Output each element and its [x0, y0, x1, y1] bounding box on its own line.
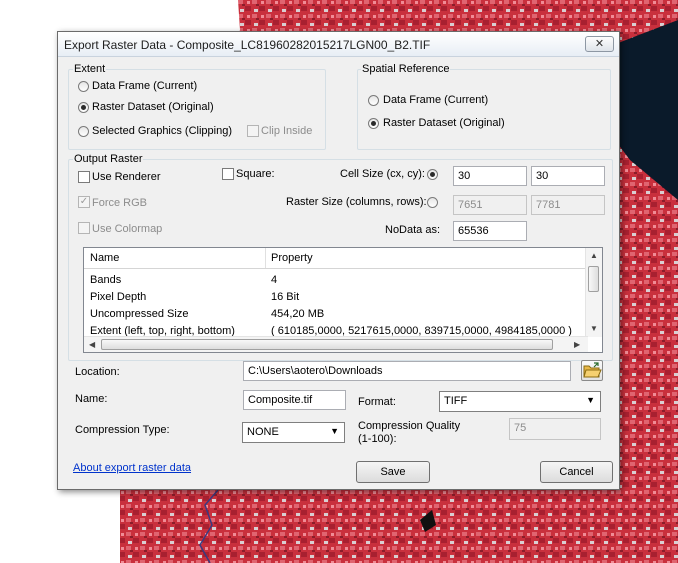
chevron-down-icon: ▼ [330, 426, 339, 436]
open-folder-icon [583, 362, 602, 378]
sr-data-frame-radio[interactable] [368, 95, 379, 106]
use-renderer-label: Use Renderer [92, 171, 161, 183]
clip-inside-label: Clip Inside [261, 125, 313, 137]
nodata-input[interactable]: 65536 [453, 221, 527, 241]
raster-rows-input[interactable]: 7781 [531, 195, 605, 215]
force-rgb-checkbox[interactable]: ✓ [78, 196, 90, 208]
sr-raster-dataset-radio[interactable] [368, 118, 379, 129]
cell-size-radio[interactable] [427, 169, 438, 180]
use-colormap-checkbox[interactable] [78, 222, 90, 234]
title-bar: Export Raster Data - Composite_LC8196028… [58, 32, 619, 57]
compression-type-select[interactable]: NONE ▼ [242, 422, 345, 443]
spatial-reference-label: Spatial Reference [361, 63, 451, 75]
compression-quality-input[interactable]: 75 [509, 418, 601, 440]
raster-columns-input[interactable]: 7651 [453, 195, 527, 215]
extent-data-frame-label: Data Frame (Current) [92, 80, 198, 92]
format-value: TIFF [444, 395, 468, 407]
raster-size-radio[interactable] [427, 197, 438, 208]
extent-data-frame-radio[interactable] [78, 81, 89, 92]
scroll-down-icon[interactable]: ▼ [590, 324, 598, 333]
sr-data-frame-label: Data Frame (Current) [383, 94, 489, 106]
force-rgb-label: Force RGB [92, 197, 148, 209]
about-export-raster-link[interactable]: About export raster data [73, 462, 191, 474]
browse-folder-button[interactable] [581, 360, 603, 381]
column-separator [265, 248, 266, 268]
name-input[interactable]: Composite.tif [243, 390, 346, 410]
use-colormap-label: Use Colormap [92, 223, 163, 235]
list-item-name: Uncompressed Size [90, 308, 189, 320]
vertical-scrollbar[interactable]: ▲ ▼ [585, 248, 602, 337]
chevron-down-icon: ▼ [586, 395, 595, 405]
extent-label: Extent [73, 63, 107, 75]
vertical-scroll-thumb[interactable] [588, 266, 599, 292]
square-checkbox[interactable] [222, 168, 234, 180]
scroll-left-icon[interactable]: ◀ [89, 340, 95, 349]
list-item-value: 16 Bit [271, 291, 300, 303]
cancel-button[interactable]: Cancel [540, 461, 613, 483]
extent-selected-graphics-radio[interactable] [78, 126, 89, 137]
list-item[interactable]: Bands 4 [84, 272, 588, 289]
compression-type-value: NONE [247, 426, 279, 438]
scroll-right-icon[interactable]: ▶ [574, 340, 580, 349]
close-icon: ✕ [594, 38, 605, 50]
clip-inside-checkbox[interactable] [247, 125, 259, 137]
list-header: Name Property [84, 248, 588, 269]
compression-quality-label: Compression Quality [358, 420, 461, 432]
sr-raster-dataset-label: Raster Dataset (Original) [383, 117, 505, 129]
list-item-name: Bands [90, 274, 122, 286]
extent-raster-dataset-label: Raster Dataset (Original) [92, 101, 214, 113]
format-label: Format: [358, 396, 396, 408]
extent-selected-graphics-label: Selected Graphics (Clipping) [92, 125, 233, 137]
list-item-value: 4 [271, 274, 278, 286]
cell-size-label: Cell Size (cx, cy): [340, 168, 425, 180]
name-label: Name: [75, 393, 108, 405]
save-button[interactable]: Save [356, 461, 430, 483]
cell-cy-input[interactable]: 30 [531, 166, 605, 186]
raster-size-label: Raster Size (columns, rows): [286, 196, 427, 208]
compression-type-label: Compression Type: [75, 424, 170, 436]
format-select[interactable]: TIFF ▼ [439, 391, 601, 412]
use-renderer-checkbox[interactable] [78, 171, 90, 183]
list-item[interactable]: Uncompressed Size 454,20 MB [84, 306, 588, 323]
horizontal-scroll-thumb[interactable] [101, 339, 553, 350]
list-item-value: 454,20 MB [271, 308, 325, 320]
list-item[interactable]: Pixel Depth 16 Bit [84, 289, 588, 306]
close-button[interactable]: ✕ [585, 36, 614, 52]
square-label: Square: [236, 168, 275, 180]
scroll-up-icon[interactable]: ▲ [590, 251, 598, 260]
column-header-name[interactable]: Name [90, 252, 119, 264]
location-label: Location: [75, 366, 120, 378]
column-header-property[interactable]: Property [271, 252, 313, 264]
export-raster-dialog: Export Raster Data - Composite_LC8196028… [57, 31, 620, 490]
horizontal-scrollbar[interactable]: ◀ ▶ [84, 336, 588, 352]
nodata-label: NoData as: [385, 224, 441, 236]
list-item-name: Pixel Depth [90, 291, 147, 303]
compression-quality-range-label: (1-100): [358, 433, 397, 445]
cell-cx-input[interactable]: 30 [453, 166, 527, 186]
dialog-title: Export Raster Data - Composite_LC8196028… [64, 38, 431, 52]
output-raster-label: Output Raster [73, 153, 144, 165]
extent-raster-dataset-radio[interactable] [78, 102, 89, 113]
raster-properties-list[interactable]: Name Property Bands 4 Pixel Depth 16 Bit… [83, 247, 603, 353]
spatial-reference-group [357, 69, 611, 150]
location-input[interactable]: C:\Users\aotero\Downloads [243, 361, 571, 381]
